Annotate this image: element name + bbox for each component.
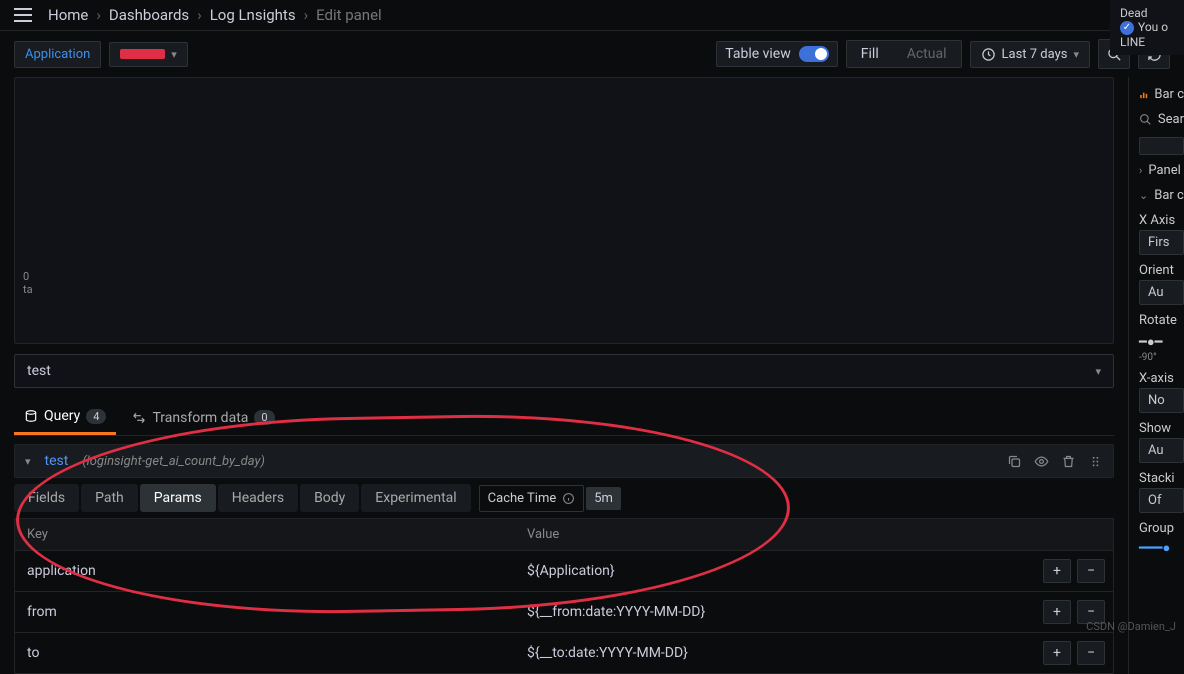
section-bar-chart[interactable]: ⌄ Bar c — [1139, 188, 1184, 203]
tab-query[interactable]: Query 4 — [14, 400, 116, 435]
application-variable-button[interactable]: Application — [14, 41, 101, 68]
bar-chart-icon — [1139, 88, 1148, 102]
transform-count-badge: 0 — [254, 410, 274, 425]
table-view-toggle[interactable]: Table view — [716, 41, 838, 67]
param-key[interactable]: application — [15, 555, 515, 587]
orientation-select[interactable]: Au — [1139, 280, 1184, 305]
options-sidebar: Bar c Sear › Panel ⌄ Bar c X Axis Firs O… — [1128, 77, 1184, 674]
switch-on-icon[interactable] — [799, 46, 829, 62]
menu-icon[interactable] — [14, 8, 32, 22]
query-count-badge: 4 — [86, 409, 106, 424]
subtab-body[interactable]: Body — [300, 484, 359, 512]
axis-label: 0 ta — [23, 270, 33, 296]
check-icon: ✓ — [1120, 21, 1134, 35]
breadcrumb-page[interactable]: Log Lnsights — [210, 6, 296, 24]
query-subtabs: Fields Path Params Headers Body Experime… — [14, 484, 1114, 512]
xaxis2-select[interactable]: No — [1139, 388, 1184, 413]
section-panel-options[interactable]: › Panel — [1139, 163, 1184, 178]
variable-dropdown[interactable]: ▾ — [109, 42, 188, 67]
param-value[interactable]: ${Application} — [515, 555, 1031, 587]
info-icon[interactable] — [562, 492, 575, 505]
subtab-headers[interactable]: Headers — [218, 484, 298, 512]
add-button[interactable]: + — [1043, 559, 1071, 583]
table-row: application ${Application} +− — [15, 550, 1113, 591]
subtab-fields[interactable]: Fields — [14, 484, 79, 512]
tab-transform[interactable]: Transform data 0 — [122, 402, 284, 434]
chevron-down-icon: ▾ — [1073, 48, 1079, 61]
cache-time-value[interactable]: 5m — [586, 487, 621, 510]
breadcrumb-dashboards[interactable]: Dashboards — [109, 6, 189, 24]
table-row: to ${__to:date:YYYY-MM-DD} +− — [15, 632, 1113, 673]
rotate-slider[interactable]: ━●━ — [1139, 334, 1184, 350]
group-slider[interactable]: ━━━● — [1139, 540, 1184, 556]
xaxis2-label: X-axis — [1139, 371, 1184, 386]
add-button[interactable]: + — [1043, 641, 1071, 665]
params-header-value: Value — [515, 519, 1113, 550]
param-key[interactable]: to — [15, 637, 515, 669]
search-icon — [1139, 113, 1152, 126]
show-select[interactable]: Au — [1139, 438, 1184, 463]
breadcrumb-home[interactable]: Home — [48, 6, 88, 24]
collapse-toggle[interactable]: ▾ — [25, 455, 31, 468]
stacking-select[interactable]: Of — [1139, 488, 1184, 513]
param-value[interactable]: ${__from:date:YYYY-MM-DD} — [515, 596, 1031, 628]
transform-icon — [132, 411, 146, 425]
fill-segment[interactable]: Fill — [847, 41, 893, 67]
xaxis-select[interactable]: Firs — [1139, 230, 1184, 255]
drag-handle-icon[interactable] — [1088, 454, 1103, 469]
params-header-key: Key — [15, 519, 515, 550]
param-key[interactable]: from — [15, 596, 515, 628]
subtab-params[interactable]: Params — [140, 484, 216, 512]
chevron-down-icon: ▾ — [171, 48, 177, 61]
clock-icon — [981, 47, 996, 62]
watermark: CSDN @Damien_J — [1086, 620, 1176, 633]
actual-segment[interactable]: Actual — [893, 41, 961, 67]
xaxis-label: X Axis — [1139, 213, 1184, 228]
eye-icon[interactable] — [1034, 454, 1049, 469]
search-options-input[interactable]: Sear — [1139, 112, 1184, 127]
add-button[interactable]: + — [1043, 600, 1071, 624]
param-value[interactable]: ${__to:date:YYYY-MM-DD} — [515, 637, 1031, 669]
rotate-label: Rotate — [1139, 313, 1184, 328]
subtab-experimental[interactable]: Experimental — [361, 484, 470, 512]
time-range-picker[interactable]: Last 7 days ▾ — [970, 41, 1091, 68]
query-name[interactable]: test — [45, 453, 69, 469]
fill-actual-segment: Fill Actual — [846, 40, 962, 68]
copy-icon[interactable] — [1007, 454, 1022, 469]
notification-toast[interactable]: Dead ✓You o LINE — [1110, 0, 1184, 55]
database-icon — [24, 409, 38, 423]
query-row-header: ▾ test (loginsight-get_ai_count_by_day) — [14, 444, 1114, 478]
remove-button[interactable]: − — [1077, 641, 1105, 665]
panel-title-select[interactable]: test ▾ — [14, 354, 1114, 388]
orientation-label: Orient — [1139, 263, 1184, 278]
panel-title-value: test — [27, 363, 51, 379]
breadcrumb-current: Edit panel — [316, 6, 382, 24]
params-table: Key Value application ${Application} +− … — [14, 518, 1114, 674]
query-description: (loginsight-get_ai_count_by_day) — [82, 454, 265, 469]
redacted-icon — [120, 49, 165, 59]
subtab-path[interactable]: Path — [81, 484, 138, 512]
breadcrumb: Home › Dashboards › Log Lnsights › Edit … — [48, 6, 382, 24]
remove-button[interactable]: − — [1077, 559, 1105, 583]
table-view-label: Table view — [725, 46, 791, 62]
table-row: from ${__from:date:YYYY-MM-DD} +− — [15, 591, 1113, 632]
show-label: Show — [1139, 421, 1184, 436]
stacking-label: Stacki — [1139, 471, 1184, 486]
trash-icon[interactable] — [1061, 454, 1076, 469]
chevron-down-icon: ▾ — [1095, 365, 1101, 378]
all-override-tabs[interactable] — [1139, 137, 1184, 155]
panel-preview: 0 ta — [14, 77, 1114, 344]
viz-type-picker[interactable]: Bar c — [1139, 87, 1184, 102]
group-label: Group — [1139, 521, 1184, 536]
cache-time-label: Cache Time — [479, 485, 585, 512]
rotate-min: -90° — [1139, 352, 1184, 363]
